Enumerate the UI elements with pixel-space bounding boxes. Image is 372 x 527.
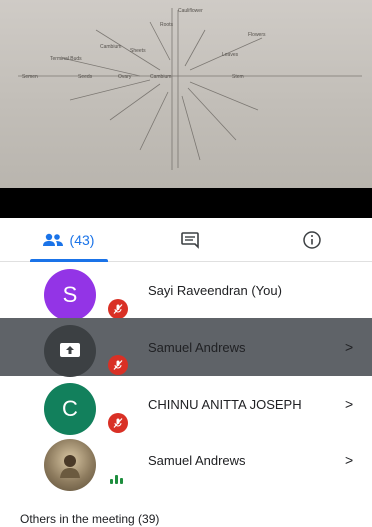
participant-row[interactable]: Samuel Andrews >: [0, 432, 372, 491]
sketch-word: Roots: [160, 22, 174, 28]
shared-screen-video: Semen Seeds Ovary Stem Sheets Leaves Ter…: [0, 0, 372, 188]
presenting-icon: [60, 343, 80, 357]
whiteboard-sketch: Semen Seeds Ovary Stem Sheets Leaves Ter…: [18, 8, 362, 170]
participant-name: Sayi Raveendran (You): [148, 282, 282, 298]
chat-icon: [181, 232, 199, 249]
participant-name: Samuel Andrews: [148, 452, 246, 468]
muted-mic-icon: [108, 355, 128, 375]
sketch-word: Cambium: [100, 44, 121, 50]
chevron-right-icon[interactable]: >: [345, 339, 353, 355]
sketch-word: Leaves: [222, 52, 239, 58]
tab-people[interactable]: (43): [28, 218, 108, 262]
sketch-word: Semen: [22, 74, 38, 80]
avatar-photo: [44, 439, 96, 491]
sketch-word: Flowers: [248, 32, 266, 38]
meeting-tabs: (43): [0, 218, 372, 262]
sketch-word: Seeds: [78, 74, 93, 80]
participant-name: Samuel Andrews: [148, 339, 246, 355]
participant-list: S Sayi Raveendran (You) Samuel Andrews >: [0, 262, 372, 491]
participant-row[interactable]: Samuel Andrews >: [0, 318, 372, 377]
tab-chat[interactable]: [168, 218, 212, 262]
sketch-word: Stem: [232, 74, 244, 80]
speaking-indicator-icon: [110, 475, 123, 484]
sketch-word: Terminal Buds: [50, 56, 82, 62]
sketch-word: Cauliflower: [178, 8, 203, 14]
others-in-meeting-header: Others in the meeting (39): [20, 512, 160, 526]
sketch-word: Cambium: [150, 74, 171, 80]
chevron-right-icon[interactable]: >: [345, 396, 353, 412]
tab-info[interactable]: [290, 218, 334, 262]
people-count: (43): [69, 232, 95, 248]
avatar: C: [44, 383, 96, 435]
person-photo-icon: [60, 455, 80, 478]
participant-name: CHINNU ANITTA JOSEPH: [148, 396, 302, 412]
participant-row[interactable]: S Sayi Raveendran (You): [0, 262, 372, 321]
sketch-word: Sheets: [130, 48, 146, 54]
avatar: S: [44, 269, 96, 321]
people-icon: [42, 233, 63, 246]
avatar-initial: C: [62, 396, 78, 421]
chevron-right-icon[interactable]: >: [345, 452, 353, 468]
muted-mic-icon: [108, 299, 128, 319]
info-icon: [303, 231, 321, 249]
avatar-initial: S: [62, 282, 78, 307]
video-letterbox-bar: [0, 188, 372, 218]
avatar: [44, 325, 96, 377]
muted-mic-icon: [108, 413, 128, 433]
participant-row[interactable]: C CHINNU ANITTA JOSEPH >: [0, 376, 372, 435]
sketch-word: Ovary: [118, 74, 132, 80]
